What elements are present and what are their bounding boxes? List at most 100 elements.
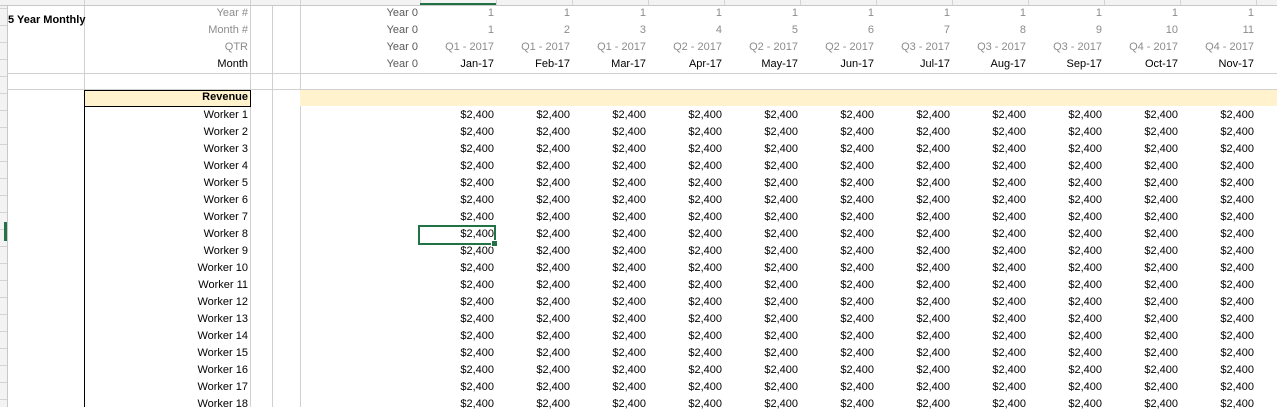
revenue-value-cell[interactable]: $2,400 bbox=[876, 346, 950, 361]
revenue-value-cell[interactable]: $2,400 bbox=[800, 278, 874, 293]
revenue-value-cell[interactable]: $2,400 bbox=[800, 210, 874, 225]
revenue-value-cell[interactable]: $2,400 bbox=[876, 142, 950, 157]
revenue-value-cell[interactable]: $2,400 bbox=[1028, 244, 1102, 259]
revenue-value-cell[interactable]: $2,400 bbox=[724, 397, 798, 412]
revenue-value-cell[interactable]: $2,400 bbox=[952, 278, 1026, 293]
revenue-value-cell[interactable]: $2,400 bbox=[572, 346, 646, 361]
revenue-value-cell[interactable]: $2,400 bbox=[952, 108, 1026, 123]
revenue-value-cell[interactable]: $2,400 bbox=[1180, 278, 1254, 293]
revenue-value-cell[interactable]: $2,400 bbox=[724, 346, 798, 361]
revenue-value-cell[interactable]: $2,400 bbox=[724, 295, 798, 310]
revenue-value-cell[interactable]: $2,400 bbox=[648, 227, 722, 242]
revenue-value-cell[interactable]: $2,400 bbox=[648, 210, 722, 225]
revenue-value-cell[interactable]: $2,400 bbox=[952, 244, 1026, 259]
revenue-value-cell[interactable]: $2,400 bbox=[1180, 397, 1254, 412]
revenue-value-cell[interactable]: $2,400 bbox=[952, 346, 1026, 361]
revenue-value-cell[interactable]: $2,400 bbox=[1104, 278, 1178, 293]
revenue-value-cell[interactable]: $2,400 bbox=[1180, 227, 1254, 242]
revenue-value-cell[interactable]: $2,400 bbox=[724, 210, 798, 225]
revenue-value-cell[interactable]: $2,400 bbox=[876, 193, 950, 208]
revenue-value-cell[interactable]: $2,400 bbox=[420, 312, 494, 327]
revenue-value-cell[interactable]: $2,400 bbox=[1028, 397, 1102, 412]
revenue-value-cell[interactable]: $2,400 bbox=[800, 363, 874, 378]
revenue-value-cell[interactable]: $2,400 bbox=[1180, 210, 1254, 225]
revenue-value-cell[interactable]: $2,400 bbox=[876, 278, 950, 293]
revenue-value-cell[interactable]: $2,400 bbox=[1104, 227, 1178, 242]
revenue-value-cell[interactable]: $2,400 bbox=[952, 142, 1026, 157]
revenue-value-cell[interactable]: $2,400 bbox=[496, 176, 570, 191]
revenue-value-cell[interactable]: $2,400 bbox=[1104, 142, 1178, 157]
revenue-value-cell[interactable]: $2,400 bbox=[724, 278, 798, 293]
revenue-value-cell[interactable]: $2,400 bbox=[1028, 227, 1102, 242]
revenue-value-cell[interactable]: $2,400 bbox=[1180, 346, 1254, 361]
revenue-value-cell[interactable]: $2,400 bbox=[1180, 312, 1254, 327]
revenue-value-cell[interactable]: $2,400 bbox=[724, 176, 798, 191]
revenue-value-cell[interactable]: $2,400 bbox=[876, 312, 950, 327]
revenue-value-cell[interactable]: $2,400 bbox=[572, 244, 646, 259]
revenue-value-cell[interactable]: $2,400 bbox=[1180, 159, 1254, 174]
revenue-value-cell[interactable]: $2,400 bbox=[1028, 346, 1102, 361]
revenue-value-cell[interactable]: $2,400 bbox=[1028, 278, 1102, 293]
revenue-value-cell[interactable]: $2,400 bbox=[876, 159, 950, 174]
revenue-value-cell[interactable]: $2,400 bbox=[800, 295, 874, 310]
revenue-value-cell[interactable]: $2,400 bbox=[572, 397, 646, 412]
revenue-value-cell[interactable]: $2,400 bbox=[496, 312, 570, 327]
revenue-value-cell[interactable]: $2,400 bbox=[1104, 312, 1178, 327]
revenue-value-cell[interactable]: $2,400 bbox=[952, 261, 1026, 276]
revenue-value-cell[interactable]: $2,400 bbox=[724, 363, 798, 378]
revenue-value-cell[interactable]: $2,400 bbox=[420, 329, 494, 344]
revenue-value-cell[interactable]: $2,400 bbox=[572, 125, 646, 140]
revenue-value-cell[interactable]: $2,400 bbox=[648, 278, 722, 293]
revenue-value-cell[interactable]: $2,400 bbox=[876, 108, 950, 123]
revenue-value-cell[interactable]: $2,400 bbox=[496, 210, 570, 225]
revenue-value-cell[interactable]: $2,400 bbox=[1104, 108, 1178, 123]
revenue-value-cell[interactable]: $2,400 bbox=[724, 244, 798, 259]
revenue-value-cell[interactable]: $2,400 bbox=[952, 329, 1026, 344]
revenue-value-cell[interactable]: $2,400 bbox=[496, 142, 570, 157]
revenue-value-cell[interactable]: $2,400 bbox=[648, 159, 722, 174]
revenue-value-cell[interactable]: $2,400 bbox=[1104, 397, 1178, 412]
revenue-value-cell[interactable]: $2,400 bbox=[1180, 125, 1254, 140]
revenue-value-cell[interactable]: $2,400 bbox=[876, 244, 950, 259]
revenue-value-cell[interactable]: $2,400 bbox=[724, 329, 798, 344]
revenue-value-cell[interactable]: $2,400 bbox=[800, 176, 874, 191]
revenue-value-cell[interactable]: $2,400 bbox=[800, 125, 874, 140]
revenue-value-cell[interactable]: $2,400 bbox=[1180, 176, 1254, 191]
revenue-value-cell[interactable]: $2,400 bbox=[876, 261, 950, 276]
revenue-value-cell[interactable]: $2,400 bbox=[724, 261, 798, 276]
revenue-value-cell[interactable]: $2,400 bbox=[496, 329, 570, 344]
revenue-value-cell[interactable]: $2,400 bbox=[1028, 380, 1102, 395]
revenue-value-cell[interactable]: $2,400 bbox=[876, 295, 950, 310]
revenue-value-cell[interactable]: $2,400 bbox=[1104, 159, 1178, 174]
revenue-value-cell[interactable]: $2,400 bbox=[496, 363, 570, 378]
revenue-value-cell[interactable]: $2,400 bbox=[1028, 108, 1102, 123]
revenue-value-cell[interactable]: $2,400 bbox=[952, 295, 1026, 310]
revenue-value-cell[interactable]: $2,400 bbox=[1180, 142, 1254, 157]
revenue-value-cell[interactable]: $2,400 bbox=[724, 142, 798, 157]
revenue-value-cell[interactable]: $2,400 bbox=[572, 363, 646, 378]
revenue-value-cell[interactable]: $2,400 bbox=[1104, 363, 1178, 378]
revenue-value-cell[interactable]: $2,400 bbox=[800, 261, 874, 276]
revenue-value-cell[interactable]: $2,400 bbox=[496, 380, 570, 395]
row-header-strip[interactable] bbox=[0, 0, 8, 407]
revenue-value-cell[interactable]: $2,400 bbox=[1028, 312, 1102, 327]
revenue-value-cell[interactable]: $2,400 bbox=[952, 210, 1026, 225]
revenue-value-cell[interactable]: $2,400 bbox=[952, 227, 1026, 242]
revenue-value-cell[interactable]: $2,400 bbox=[1028, 142, 1102, 157]
revenue-value-cell[interactable]: $2,400 bbox=[952, 176, 1026, 191]
revenue-value-cell[interactable]: $2,400 bbox=[496, 108, 570, 123]
revenue-value-cell[interactable]: $2,400 bbox=[1180, 193, 1254, 208]
revenue-value-cell[interactable]: $2,400 bbox=[1180, 329, 1254, 344]
revenue-value-cell[interactable]: $2,400 bbox=[1028, 210, 1102, 225]
revenue-value-cell[interactable]: $2,400 bbox=[648, 363, 722, 378]
revenue-value-cell[interactable]: $2,400 bbox=[1028, 159, 1102, 174]
revenue-value-cell[interactable]: $2,400 bbox=[496, 346, 570, 361]
revenue-value-cell[interactable]: $2,400 bbox=[1028, 193, 1102, 208]
revenue-value-cell[interactable]: $2,400 bbox=[496, 244, 570, 259]
revenue-value-cell[interactable]: $2,400 bbox=[724, 227, 798, 242]
revenue-value-cell[interactable]: $2,400 bbox=[572, 108, 646, 123]
revenue-value-cell[interactable]: $2,400 bbox=[420, 363, 494, 378]
revenue-value-cell[interactable]: $2,400 bbox=[1104, 176, 1178, 191]
revenue-value-cell[interactable]: $2,400 bbox=[496, 397, 570, 412]
revenue-value-cell[interactable]: $2,400 bbox=[420, 108, 494, 123]
